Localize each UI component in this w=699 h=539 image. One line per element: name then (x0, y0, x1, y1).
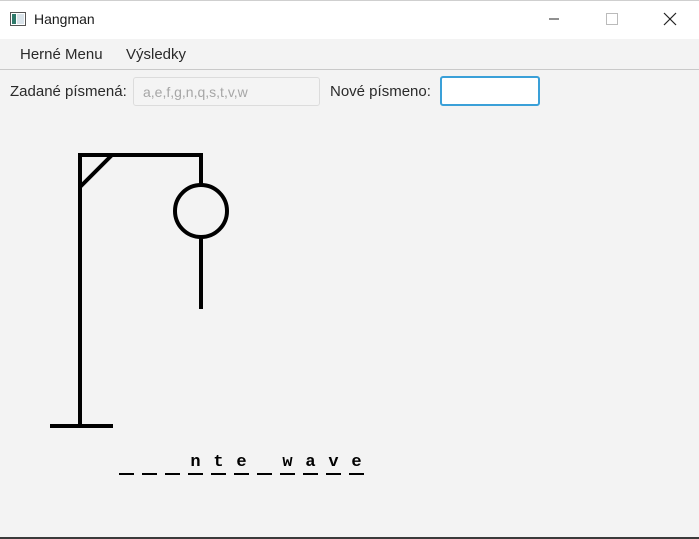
letter-slot: a (303, 453, 318, 475)
hangman-head (173, 183, 229, 239)
letter-slot: v (326, 453, 341, 475)
gallows-brace (78, 153, 114, 189)
letter-slot: n (188, 453, 203, 475)
app-window: Hangman Herné Menu Výsledky Zadané písme… (0, 0, 699, 539)
letter-slot (142, 453, 157, 475)
letter-slot (257, 453, 272, 475)
letter-slot (119, 453, 134, 475)
letter-slot: e (234, 453, 249, 475)
letter-slot (165, 453, 180, 475)
letter-slot: t (211, 453, 226, 475)
letter-slot: w (280, 453, 295, 475)
word-display: n t e w a v e (119, 453, 364, 475)
letter-slot: e (349, 453, 364, 475)
